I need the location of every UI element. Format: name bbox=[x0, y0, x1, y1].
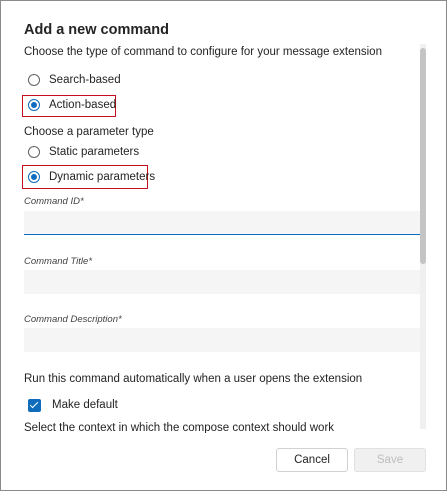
cancel-button[interactable]: Cancel bbox=[276, 448, 348, 472]
command-title-label: Command Title* bbox=[24, 256, 93, 267]
radio-circle-search-based[interactable] bbox=[28, 74, 40, 86]
radio-label-static-parameters: Static parameters bbox=[49, 146, 140, 158]
radio-label-dynamic-parameters: Dynamic parameters bbox=[49, 171, 156, 183]
context-text: Select the context in which the compose … bbox=[24, 422, 335, 433]
radio-circle-action-based[interactable] bbox=[28, 99, 40, 111]
command-id-label: Command ID* bbox=[24, 196, 84, 207]
radio-dynamic-parameters[interactable]: Dynamic parameters bbox=[28, 168, 155, 186]
save-button[interactable]: Save bbox=[354, 448, 426, 472]
make-default-checkbox-row[interactable]: Make default bbox=[28, 397, 118, 413]
command-type-heading: Choose the type of command to configure … bbox=[24, 46, 382, 58]
add-command-dialog: Add a new command Choose the type of com… bbox=[0, 0, 447, 491]
parameter-type-heading: Choose a parameter type bbox=[24, 126, 154, 138]
make-default-label: Make default bbox=[52, 399, 118, 411]
radio-static-parameters[interactable]: Static parameters bbox=[28, 143, 139, 161]
command-id-input[interactable] bbox=[24, 211, 420, 235]
auto-run-text: Run this command automatically when a us… bbox=[24, 373, 363, 385]
radio-label-search-based: Search-based bbox=[49, 74, 121, 86]
radio-action-based[interactable]: Action-based bbox=[28, 96, 116, 114]
radio-label-action-based: Action-based bbox=[49, 99, 117, 111]
radio-search-based[interactable]: Search-based bbox=[28, 71, 121, 89]
scrollbar-thumb[interactable] bbox=[420, 48, 426, 264]
dialog-scroll-area[interactable]: Choose the type of command to configure … bbox=[1, 41, 433, 433]
vertical-scrollbar[interactable] bbox=[420, 44, 426, 429]
radio-circle-dynamic-parameters[interactable] bbox=[28, 171, 40, 183]
command-description-label: Command Description* bbox=[24, 314, 122, 325]
radio-circle-static-parameters[interactable] bbox=[28, 146, 40, 158]
command-description-input[interactable] bbox=[24, 328, 420, 352]
make-default-checkbox[interactable] bbox=[28, 398, 41, 412]
dialog-title: Add a new command bbox=[24, 22, 170, 38]
command-title-input[interactable] bbox=[24, 270, 420, 294]
